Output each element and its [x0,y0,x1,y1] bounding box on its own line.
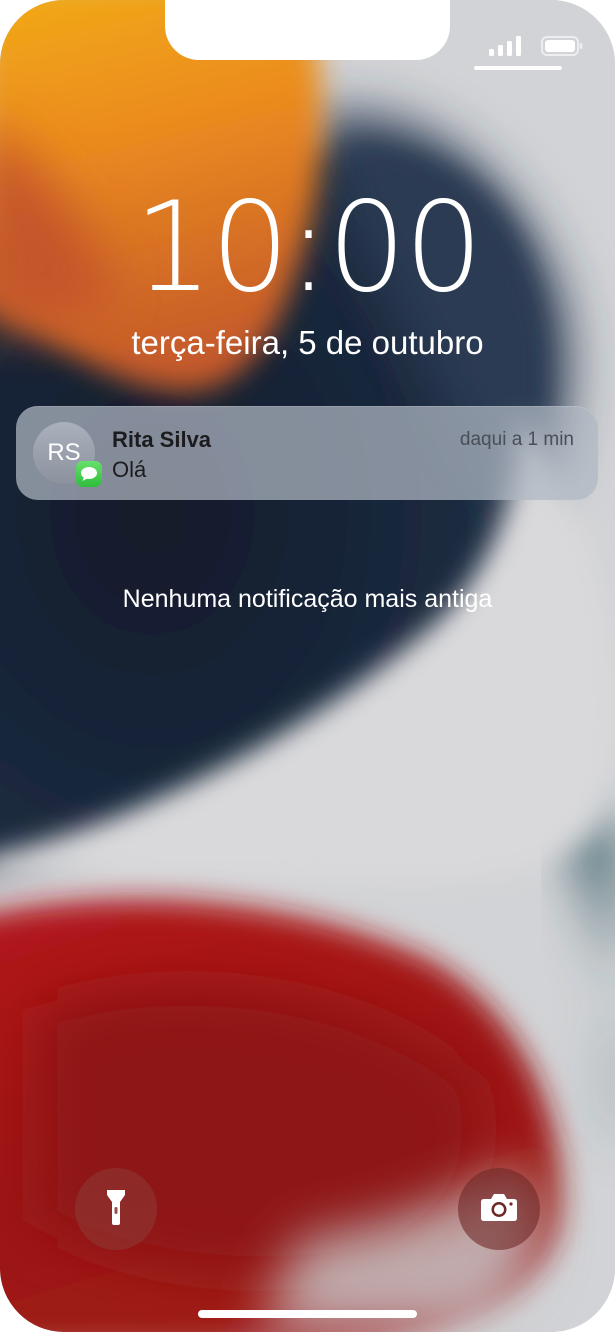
messages-icon [76,461,102,487]
notification-time: daqui a 1 min [459,429,574,450]
status-bar [489,36,583,61]
signal-icon [489,36,521,61]
lock-screen: 10:00 terça-feira, 5 de outubro RS Rita … [0,0,615,1332]
flashlight-icon [105,1188,127,1231]
clock-date: terça-feira, 5 de outubro [131,324,484,361]
flashlight-button[interactable] [75,1168,157,1250]
battery-icon [541,36,583,61]
clock-time: 10:00 [133,176,483,320]
home-indicator[interactable] [198,1310,417,1318]
message-notification[interactable]: RS Rita Silva Olá daqui a 1 min [16,406,598,500]
no-older-notifications-label: Nenhuma notificação mais antiga [122,585,493,613]
camera-button[interactable] [458,1168,540,1250]
device-notch [165,0,450,60]
notification-sender: Rita Silva [112,427,212,452]
control-center-indicator[interactable] [474,66,562,70]
notification-message: Olá [112,457,147,482]
camera-icon [480,1192,518,1227]
